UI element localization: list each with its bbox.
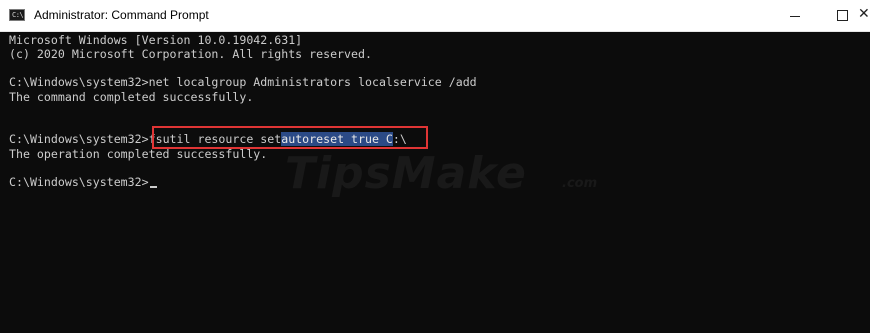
app-icon-glyph: C:\ <box>12 11 24 19</box>
command-prompt-path: C:\Windows\system32> <box>9 132 149 146</box>
minimize-button[interactable] <box>772 0 818 31</box>
minimize-icon <box>790 16 800 17</box>
close-icon: ✕ <box>858 6 870 22</box>
close-button[interactable]: ✕ <box>846 0 870 31</box>
current-prompt: C:\Windows\system32> <box>9 175 149 189</box>
current-prompt-line: C:\Windows\system32> <box>9 174 157 190</box>
command-highlight-box <box>152 126 428 149</box>
watermark-suffix: .com <box>562 176 598 191</box>
title-bar[interactable]: C:\ Administrator: Command Prompt ✕ <box>0 0 870 32</box>
console-line: C:\Windows\system32>net localgroup Admin… <box>9 75 477 89</box>
window-title: Administrator: Command Prompt <box>34 8 209 22</box>
console-line: (c) 2020 Microsoft Corporation. All righ… <box>9 47 372 61</box>
command-prompt-icon[interactable]: C:\ <box>9 9 25 21</box>
text-cursor <box>149 186 157 188</box>
command-prompt-window: C:\ Administrator: Command Prompt ✕ Micr… <box>0 0 870 333</box>
console-line: The command completed successfully. <box>9 90 254 104</box>
watermark-logo: TipsMake <box>285 148 527 199</box>
